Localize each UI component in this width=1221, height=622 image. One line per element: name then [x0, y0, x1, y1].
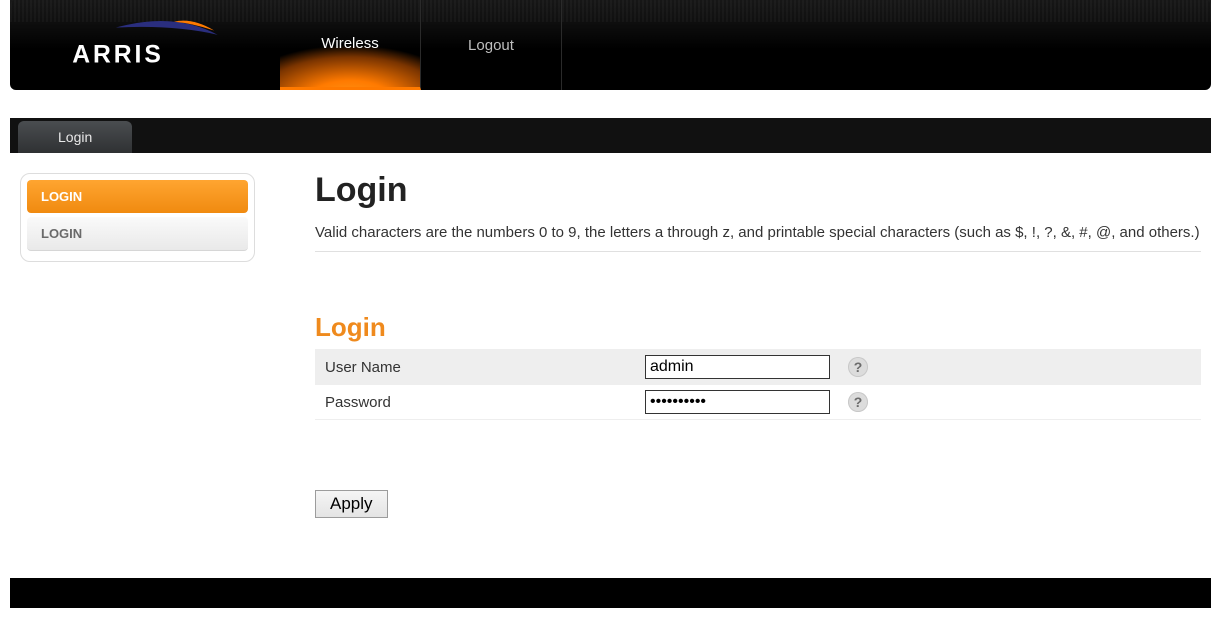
sidebar: LOGIN LOGIN [10, 153, 265, 578]
nav-logout[interactable]: Logout [421, 0, 562, 90]
arris-logo-icon: ARRIS [65, 15, 225, 75]
main-panel: Login Valid characters are the numbers 0… [265, 153, 1211, 578]
section-heading: Login [315, 312, 1201, 343]
row-username: User Name ? [315, 349, 1201, 384]
footer-bar [10, 578, 1211, 608]
primary-nav: Wireless Logout [280, 0, 562, 90]
subtab-login[interactable]: Login [18, 121, 132, 153]
content-area: LOGIN LOGIN Login Valid characters are t… [10, 153, 1211, 578]
page-title: Login [315, 171, 1201, 210]
apply-button[interactable]: Apply [315, 490, 388, 518]
nav-wireless[interactable]: Wireless [280, 0, 421, 90]
username-input[interactable] [645, 355, 830, 379]
username-label: User Name [315, 359, 645, 376]
sub-nav-strip: Login [10, 118, 1211, 153]
divider [315, 251, 1201, 252]
brand-logo: ARRIS [10, 0, 280, 90]
top-bar: ARRIS Wireless Logout [10, 0, 1211, 90]
page-description: Valid characters are the numbers 0 to 9,… [315, 224, 1201, 241]
row-password: Password ? [315, 384, 1201, 419]
sidebar-box: LOGIN LOGIN [20, 173, 255, 262]
password-label: Password [315, 394, 645, 411]
svg-text:ARRIS: ARRIS [72, 41, 163, 68]
help-icon[interactable]: ? [848, 357, 868, 377]
password-input[interactable] [645, 390, 830, 414]
sidebar-item-login-active[interactable]: LOGIN [27, 180, 248, 213]
sidebar-item-login[interactable]: LOGIN [27, 217, 248, 251]
help-icon[interactable]: ? [848, 392, 868, 412]
